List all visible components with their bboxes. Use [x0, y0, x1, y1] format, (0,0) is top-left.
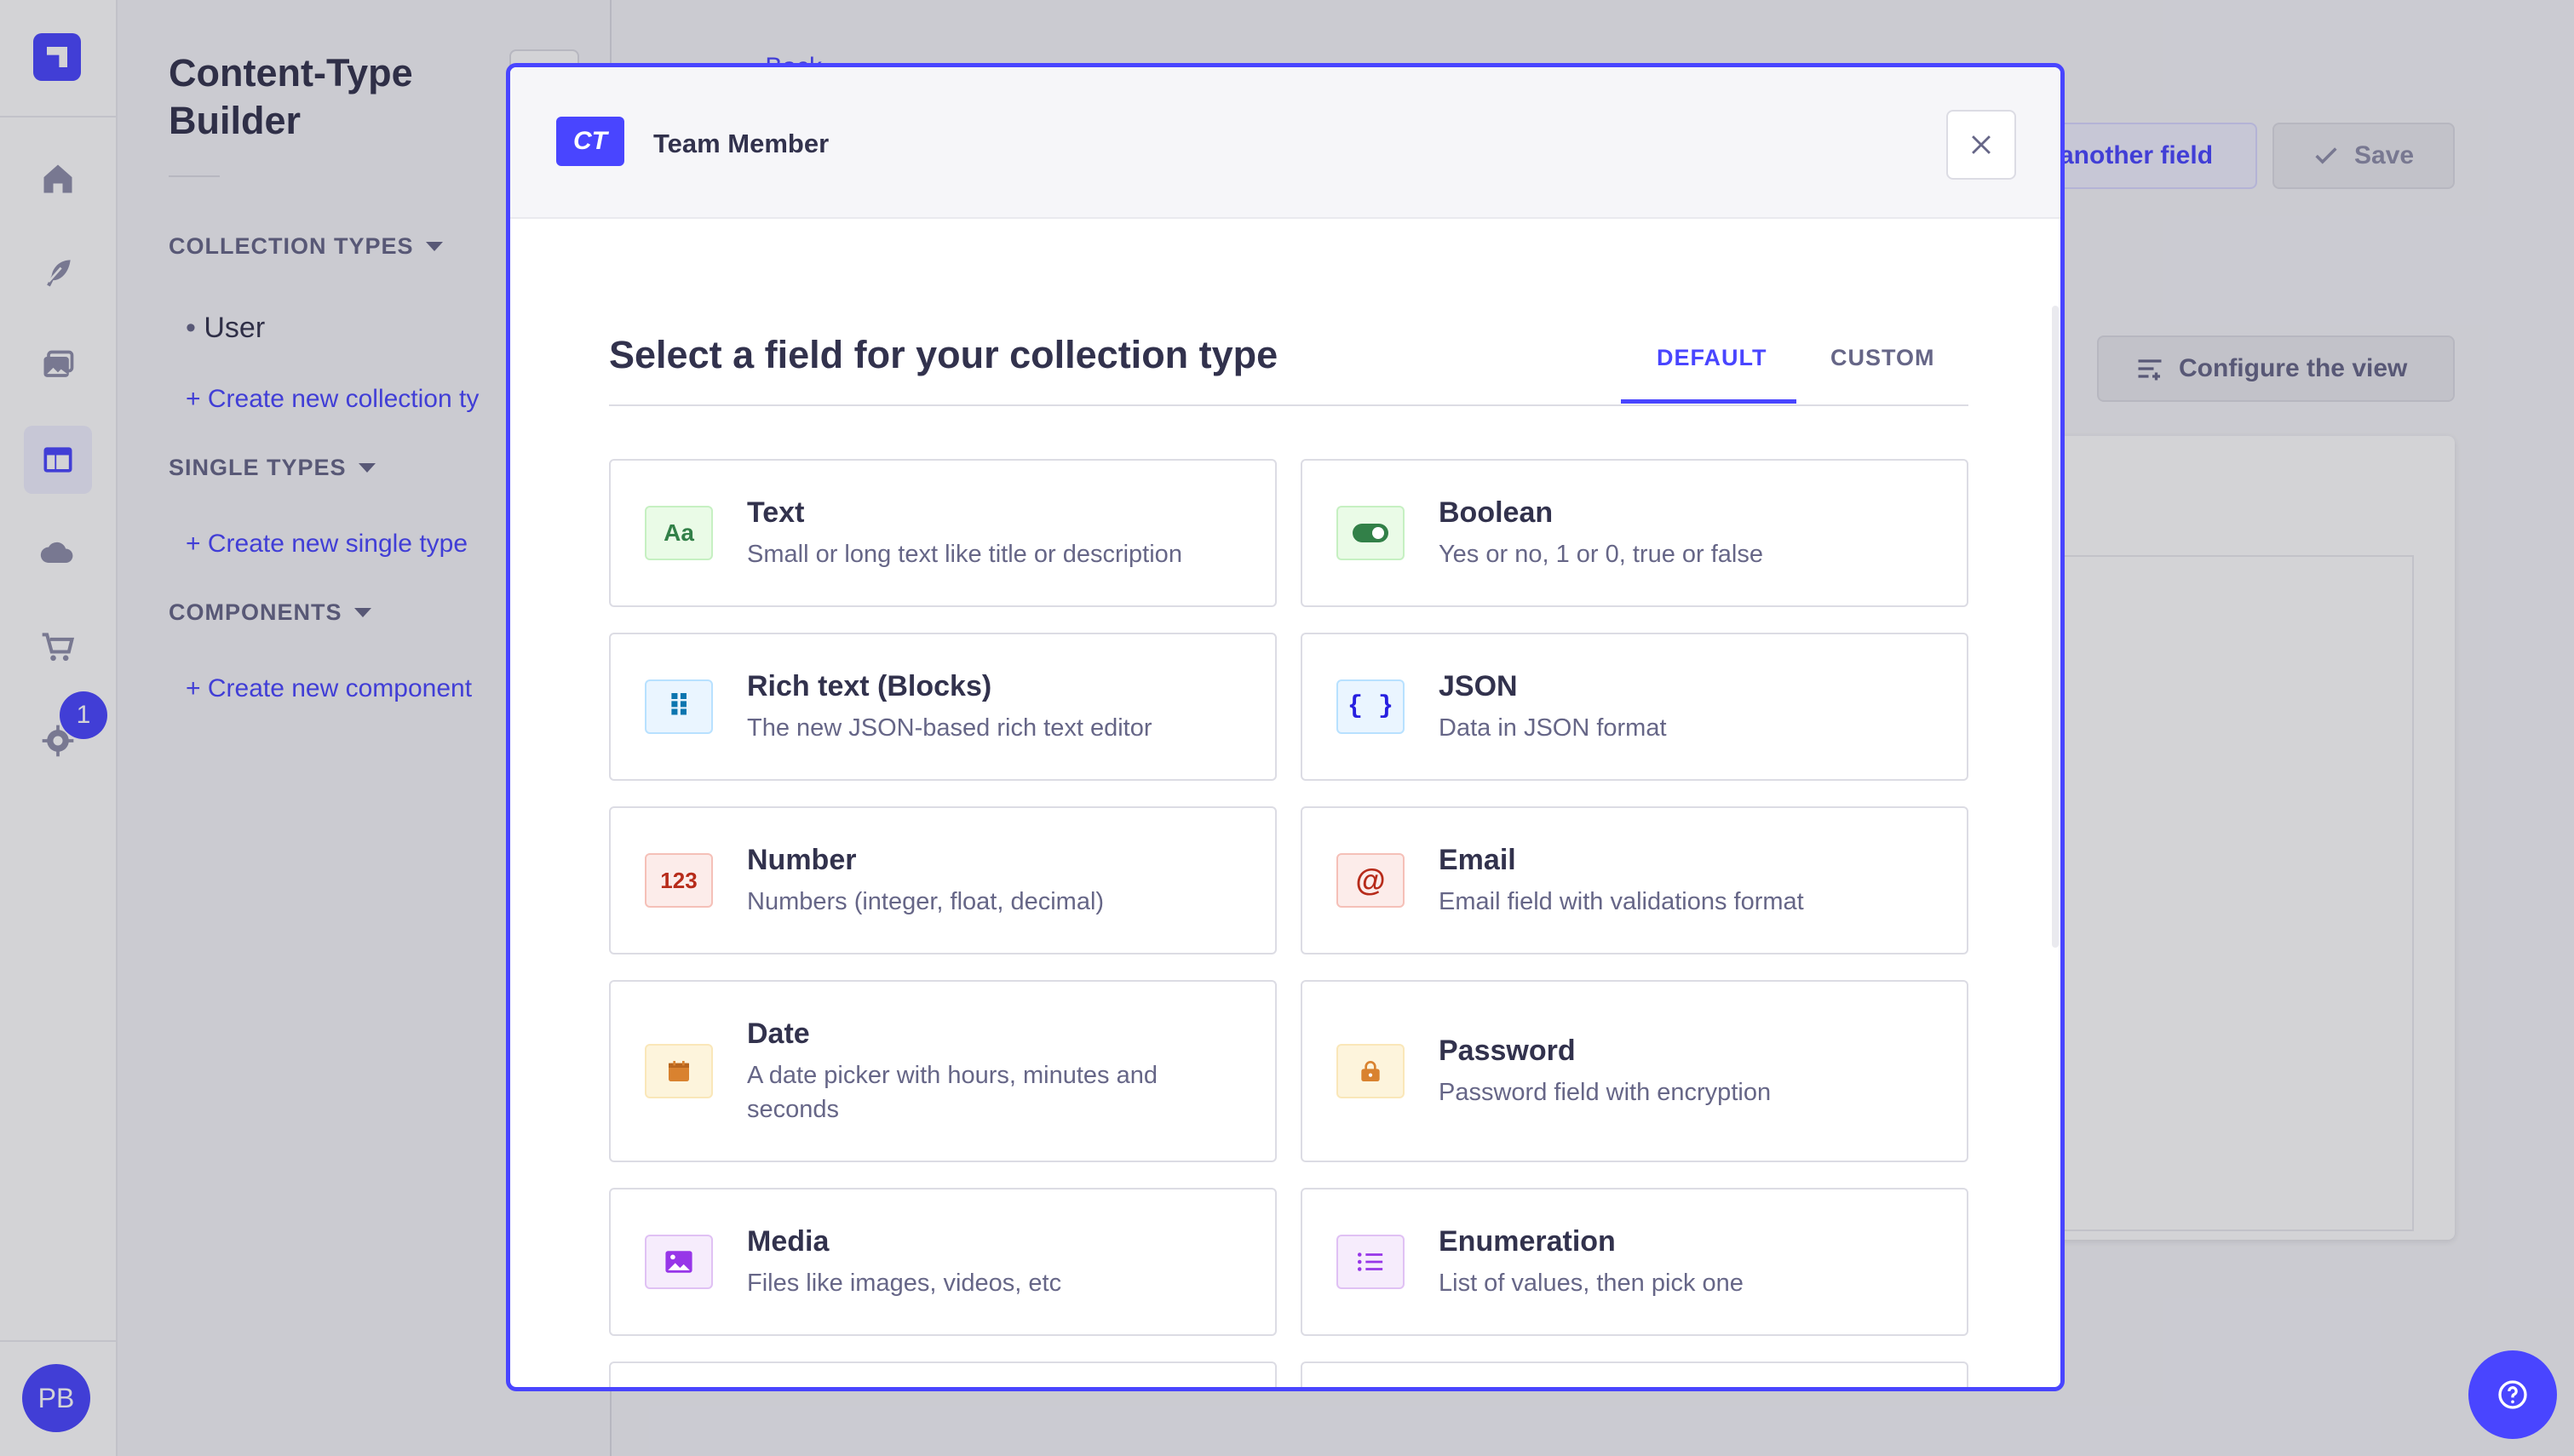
calendar-icon — [645, 1044, 713, 1098]
field-description: Email field with validations format — [1439, 888, 1804, 915]
toggle-icon — [1336, 506, 1405, 560]
question-circle-icon — [2498, 1380, 2527, 1409]
tab-custom[interactable]: CUSTOM — [1830, 345, 1935, 371]
help-button[interactable] — [2468, 1350, 2557, 1439]
field-card-password[interactable]: Password Password field with encryption — [1301, 980, 1968, 1162]
field-description: Files like images, videos, etc — [747, 1270, 1062, 1297]
close-modal-button[interactable] — [1946, 110, 2016, 180]
field-description: List of values, then pick one — [1439, 1270, 1744, 1297]
field-card-text[interactable]: Aa Text Small or long text like title or… — [609, 459, 1277, 607]
tabs-divider — [609, 404, 1968, 406]
field-description: Password field with encryption — [1439, 1079, 1772, 1106]
field-card-number[interactable]: 123 Number Numbers (integer, float, deci… — [609, 806, 1277, 954]
field-card-rich-text-blocks[interactable]: ⠿ Rich text (Blocks) The new JSON-based … — [609, 633, 1277, 781]
field-name: JSON — [1439, 670, 1518, 702]
active-tab-indicator — [1621, 399, 1796, 404]
grip-icon: ⠿ — [645, 679, 713, 734]
select-field-modal: CT Team Member Select a field for your c… — [506, 63, 2065, 1391]
field-name: Email — [1439, 844, 1516, 876]
at-icon: @ — [1336, 853, 1405, 908]
list-icon — [1336, 1235, 1405, 1289]
field-description: Yes or no, 1 or 0, true or false — [1439, 541, 1763, 568]
field-name: Media — [747, 1225, 830, 1258]
image-icon — [645, 1235, 713, 1289]
modal-scrollbar[interactable] — [2052, 306, 2059, 948]
field-description: Data in JSON format — [1439, 714, 1667, 742]
field-name: Boolean — [1439, 496, 1554, 529]
field-card-email[interactable]: @ Email Email field with validations for… — [1301, 806, 1968, 954]
lock-icon — [1336, 1044, 1405, 1098]
close-icon — [1972, 135, 1991, 154]
field-description: The new JSON-based rich text editor — [747, 714, 1152, 742]
field-card-date[interactable]: Date A date picker with hours, minutes a… — [609, 980, 1277, 1162]
field-card-enumeration[interactable]: Enumeration List of values, then pick on… — [1301, 1188, 1968, 1336]
field-name: Number — [747, 844, 857, 876]
field-name: Text — [747, 496, 805, 529]
field-name: Enumeration — [1439, 1225, 1616, 1258]
modal-title: Team Member — [653, 129, 830, 158]
number-icon: 123 — [645, 853, 713, 908]
text-icon: Aa — [645, 506, 713, 560]
field-card-partial[interactable] — [1301, 1361, 1968, 1387]
field-description: Numbers (integer, float, decimal) — [747, 888, 1105, 915]
modal-heading: Select a field for your collection type — [609, 333, 1278, 376]
content-type-badge: CT — [556, 117, 624, 166]
field-description: Small or long text like title or descrip… — [747, 541, 1182, 568]
field-name: Password — [1439, 1035, 1576, 1067]
field-card-json[interactable]: { } JSON Data in JSON format — [1301, 633, 1968, 781]
field-name: Rich text (Blocks) — [747, 670, 992, 702]
field-card-boolean[interactable]: Boolean Yes or no, 1 or 0, true or false — [1301, 459, 1968, 607]
tab-default[interactable]: DEFAULT — [1657, 345, 1767, 371]
modal-header: CT Team Member — [510, 67, 2060, 219]
field-name: Date — [747, 1017, 810, 1050]
braces-icon: { } — [1336, 679, 1405, 734]
field-description: A date picker with hours, minutes and se… — [747, 1062, 1158, 1123]
field-card-partial[interactable] — [609, 1361, 1277, 1387]
field-card-media[interactable]: Media Files like images, videos, etc — [609, 1188, 1277, 1336]
